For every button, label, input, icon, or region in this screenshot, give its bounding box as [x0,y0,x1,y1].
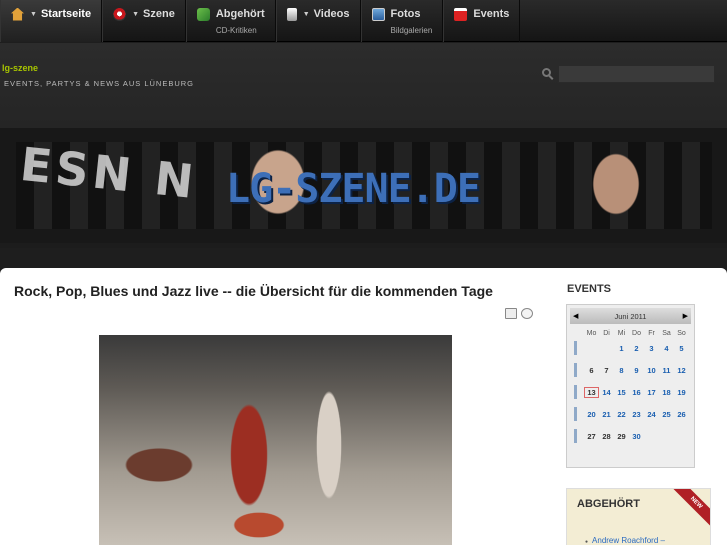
site-header: lg-szene EVENTS, PARTYS & NEWS AUS LÜNEB… [0,43,727,248]
calendar-day[interactable]: 14 [599,388,614,397]
nav-label: Abgehört [215,8,265,20]
nav-label: Startseite [40,8,92,20]
calendar-day[interactable]: 26 [674,410,689,419]
weekday-label: Fr [648,330,655,337]
main-content: Rock, Pop, Blues und Jazz live -- die Üb… [0,268,727,545]
events-calendar: ◀ Juni 2011 ▶ Mo Di Mi Do Fr Sa So 12345… [566,304,695,468]
nav-item-startseite[interactable]: ▼ Startseite [0,0,103,42]
calendar-day[interactable]: 18 [659,388,674,397]
search-icon [542,68,551,77]
next-month-button[interactable]: ▶ [683,312,688,320]
weekday-label: So [677,330,686,337]
calendar-day[interactable]: 24 [644,410,659,419]
weekday-label: Do [632,330,641,337]
calendar-day[interactable]: 28 [599,432,614,441]
prev-month-button[interactable]: ◀ [573,312,578,320]
calendar-icon [454,7,468,21]
nav-label: Szene [143,8,175,20]
week-marker[interactable] [574,341,577,355]
caret-down-icon: ▼ [30,10,37,18]
calendar-day[interactable]: 9 [629,366,644,375]
music-icon [196,7,210,21]
banner-logo: LG-SZENE.DE [226,166,481,212]
weekday-label: Di [603,330,610,337]
article-title[interactable]: Rock, Pop, Blues und Jazz live -- die Üb… [14,283,493,299]
email-icon[interactable] [521,308,533,319]
calendar-day[interactable]: 13 [584,386,599,398]
week-marker[interactable] [574,385,577,399]
calendar-week-row: 20 21 22 23 24 25 26 [570,403,691,425]
site-tagline: EVENTS, PARTYS & NEWS AUS LÜNEBURG [4,79,195,88]
calendar-day[interactable]: 22 [614,410,629,419]
calendar-day[interactable]: 1 [614,344,629,353]
calendar-day[interactable]: 27 [584,432,599,441]
calendar-day[interactable]: 12 [674,366,689,375]
nav-label: Videos [313,8,350,20]
calendar-day[interactable]: 6 [584,366,599,375]
calendar-day[interactable]: 19 [674,388,689,397]
nav-sublabel: CD-Kritiken [215,26,257,35]
calendar-day[interactable]: 8 [614,366,629,375]
calendar-day[interactable]: 16 [629,388,644,397]
nav-item-events[interactable]: Events [443,0,521,42]
abgehoert-title: ABGEHÖRT [577,498,640,510]
calendar-header: ◀ Juni 2011 ▶ [570,308,691,324]
calendar-day[interactable]: 7 [599,366,614,375]
events-heading: EVENTS [567,283,612,295]
calendar-day[interactable]: 10 [644,366,659,375]
calendar-month: Juni 2011 [614,311,647,321]
calendar-weeks: 1 2 3 4 5 6 7 8 9 10 11 12 13 14 15 16 17 18 19 20 21 22 23 24 2… [570,337,691,447]
calendar-day[interactable]: 2 [629,344,644,353]
weekday-label: Mo [586,330,597,337]
calendar-week-row: 6 7 8 9 10 11 12 [570,359,691,381]
calendar-day[interactable]: 3 [644,344,659,353]
calendar-week-row: 27 28 29 30 [570,425,691,447]
calendar-day[interactable]: 11 [659,366,674,375]
caret-down-icon: ▼ [132,10,140,18]
calendar-weekdays: Mo Di Mi Do Fr Sa So [570,330,691,337]
nav-sublabel: Bildgalerien [390,26,433,35]
szene-icon [113,7,127,21]
nav-label: Fotos [390,8,421,20]
new-ribbon: NEW [671,489,710,528]
week-marker[interactable] [574,363,577,377]
calendar-week-row: 13 14 15 16 17 18 19 [570,381,691,403]
banner-frame: ESN N LG-SZENE.DE [0,128,727,243]
print-icon[interactable] [505,308,517,319]
calendar-day[interactable]: 15 [614,388,629,397]
top-navigation: ▼ Startseite ▼ Szene Abgehört CD-Kritike… [0,0,727,42]
site-name[interactable]: lg-szene [2,63,38,73]
banner-background-letters: ESN N [17,142,200,210]
home-icon [11,7,24,21]
nav-item-fotos[interactable]: Fotos Bildgalerien [360,0,444,42]
calendar-day[interactable]: 25 [659,410,674,419]
search-input[interactable] [558,65,715,83]
weekday-label: Sa [662,330,671,337]
nav-label: Events [473,8,510,20]
abgehoert-box: ABGEHÖRT NEW Andrew Roachford – [566,488,711,545]
calendar-week-row: 12345 [570,337,691,359]
header-banner-image: ESN N LG-SZENE.DE [16,142,712,229]
week-marker[interactable] [574,407,577,421]
calendar-day[interactable]: 5 [674,344,689,353]
nav-item-abgehoert[interactable]: Abgehört CD-Kritiken [185,0,276,42]
abgehoert-link[interactable]: Andrew Roachford – [585,536,665,545]
calendar-day[interactable]: 17 [644,388,659,397]
calendar-day[interactable]: 21 [599,410,614,419]
weekday-label: Mi [617,330,626,337]
calendar-day[interactable]: 4 [659,344,674,353]
week-marker[interactable] [574,429,577,443]
calendar-day[interactable]: 29 [614,432,629,441]
calendar-day[interactable]: 23 [629,410,644,419]
nav-item-szene[interactable]: ▼ Szene [102,0,186,42]
article-image [99,335,452,545]
video-icon [286,7,297,21]
nav-item-videos[interactable]: ▼ Videos [275,0,361,42]
caret-down-icon: ▼ [302,10,310,18]
calendar-day[interactable]: 20 [584,410,599,419]
calendar-day[interactable]: 30 [629,432,644,441]
photos-icon [371,7,385,21]
